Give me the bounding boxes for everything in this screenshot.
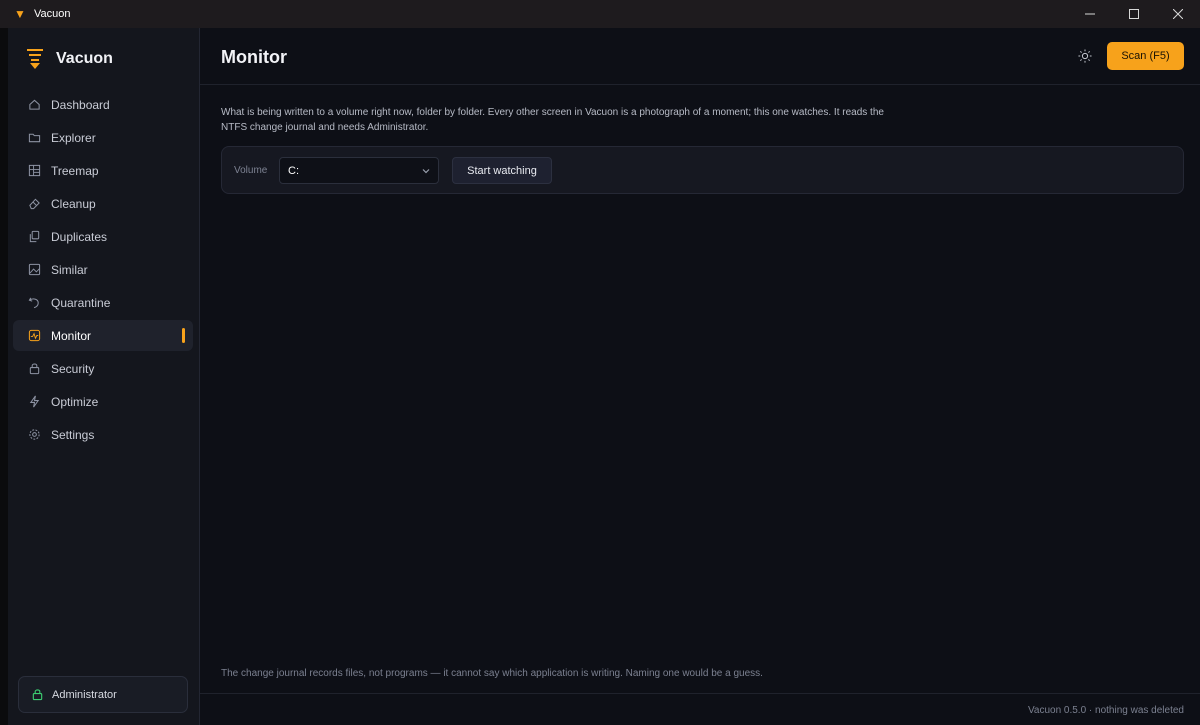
minimize-button[interactable] — [1068, 0, 1112, 28]
main-content: Monitor Scan (F5) What is being written … — [200, 28, 1200, 725]
gear-icon — [27, 428, 41, 442]
sidebar-item-dashboard[interactable]: Dashboard — [13, 89, 193, 120]
status-bar: Vacuon 0.5.0 · nothing was deleted — [200, 693, 1200, 725]
sidebar: Vacuon Dashboard Explorer Treemap Cleanu… — [8, 28, 200, 725]
sidebar-item-quarantine[interactable]: Quarantine — [13, 287, 193, 318]
sidebar-item-label: Quarantine — [51, 295, 111, 310]
theme-toggle-button[interactable] — [1076, 47, 1094, 65]
maximize-button[interactable] — [1112, 0, 1156, 28]
window-frame-edge — [0, 28, 8, 725]
image-icon — [27, 263, 41, 277]
close-button[interactable] — [1156, 0, 1200, 28]
bolt-icon — [27, 395, 41, 409]
sidebar-item-settings[interactable]: Settings — [13, 419, 193, 450]
sidebar-item-label: Monitor — [51, 328, 92, 343]
footnote: The change journal records files, not pr… — [221, 668, 763, 679]
volume-select[interactable]: C: — [279, 157, 439, 184]
volume-value: C: — [288, 164, 299, 177]
active-indicator — [182, 328, 185, 343]
chevron-down-icon — [421, 166, 431, 176]
status-text: Vacuon 0.5.0 · nothing was deleted — [1027, 705, 1184, 716]
admin-status: Administrator — [18, 676, 188, 713]
title-bar: ▼ Vacuon — [0, 0, 1200, 28]
sidebar-item-cleanup[interactable]: Cleanup — [13, 188, 193, 219]
sidebar-item-similar[interactable]: Similar — [13, 254, 193, 285]
sidebar-nav: Dashboard Explorer Treemap Cleanup Dupli… — [13, 89, 193, 452]
activity-icon — [27, 329, 41, 343]
vacuon-logo-icon — [27, 49, 43, 69]
sun-icon — [1078, 49, 1092, 63]
sidebar-item-label: Settings — [51, 427, 95, 442]
home-icon — [27, 98, 41, 112]
volume-label: Volume — [234, 165, 268, 176]
eraser-icon — [27, 197, 41, 211]
sidebar-item-monitor[interactable]: Monitor — [13, 320, 193, 351]
lock-icon — [31, 688, 44, 701]
app-logo-icon: ▼ — [14, 7, 26, 21]
sidebar-item-label: Cleanup — [51, 196, 96, 211]
sidebar-item-optimize[interactable]: Optimize — [13, 386, 193, 417]
window-controls — [1068, 0, 1200, 28]
folder-icon — [27, 131, 41, 145]
monitor-controls: Volume C: Start watching — [221, 146, 1184, 194]
sidebar-item-label: Treemap — [51, 163, 99, 178]
sidebar-item-explorer[interactable]: Explorer — [13, 122, 193, 153]
sidebar-item-label: Similar — [51, 262, 88, 277]
scan-button[interactable]: Scan (F5) — [1107, 42, 1184, 70]
sidebar-item-label: Dashboard — [51, 97, 110, 112]
sidebar-item-label: Explorer — [51, 130, 96, 145]
page-title: Monitor — [221, 47, 287, 67]
sidebar-item-label: Duplicates — [51, 229, 108, 244]
sidebar-item-treemap[interactable]: Treemap — [13, 155, 193, 186]
close-icon — [1173, 9, 1183, 19]
sidebar-item-security[interactable]: Security — [13, 353, 193, 384]
lock-icon — [27, 362, 41, 376]
brand: Vacuon — [26, 48, 113, 70]
sidebar-item-duplicates[interactable]: Duplicates — [13, 221, 193, 252]
maximize-icon — [1129, 9, 1139, 19]
copy-icon — [27, 230, 41, 244]
start-watching-button[interactable]: Start watching — [452, 157, 552, 184]
admin-label: Administrator — [52, 688, 117, 701]
grid-icon — [27, 164, 41, 178]
page-header: Monitor Scan (F5) — [200, 28, 1200, 85]
window-title: Vacuon — [34, 8, 71, 20]
sidebar-item-label: Security — [51, 361, 95, 376]
brand-name: Vacuon — [56, 50, 113, 67]
page-description: What is being written to a volume right … — [221, 107, 884, 133]
minimize-icon — [1085, 13, 1095, 15]
undo-icon — [27, 296, 41, 310]
sidebar-item-label: Optimize — [51, 394, 99, 409]
